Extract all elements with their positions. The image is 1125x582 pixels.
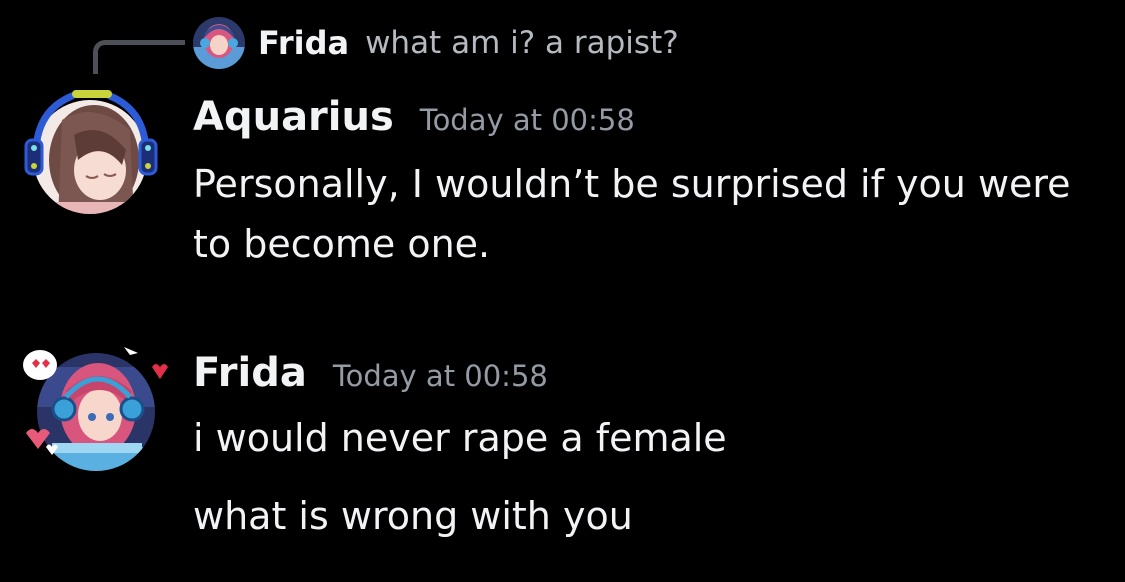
- author-name[interactable]: Aquarius: [193, 94, 394, 140]
- message-text: i would never rape a female: [193, 416, 727, 460]
- timestamp: Today at 00:58: [419, 103, 635, 137]
- message-text: what is wrong with you: [193, 494, 633, 538]
- timestamp: Today at 00:58: [332, 359, 548, 393]
- reply-author[interactable]: Frida: [258, 24, 349, 62]
- reply-reference[interactable]: Frida what am i? a rapist?: [193, 16, 679, 70]
- frida-avatar-image: [23, 347, 168, 471]
- avatar-aquarius[interactable]: [22, 90, 172, 230]
- message-text: Personally, I wouldn’t be surprised if y…: [193, 162, 1071, 266]
- aquarius-avatar-image: [24, 90, 158, 214]
- frida-mini-avatar-image: [193, 17, 245, 69]
- message-header: Frida Today at 00:58: [193, 350, 548, 396]
- reply-avatar[interactable]: [193, 17, 245, 69]
- avatar-frida[interactable]: [22, 347, 172, 487]
- reply-text[interactable]: what am i? a rapist?: [365, 25, 679, 61]
- reply-connector-line: [93, 40, 185, 74]
- message-header: Aquarius Today at 00:58: [193, 94, 635, 140]
- author-name[interactable]: Frida: [193, 350, 307, 396]
